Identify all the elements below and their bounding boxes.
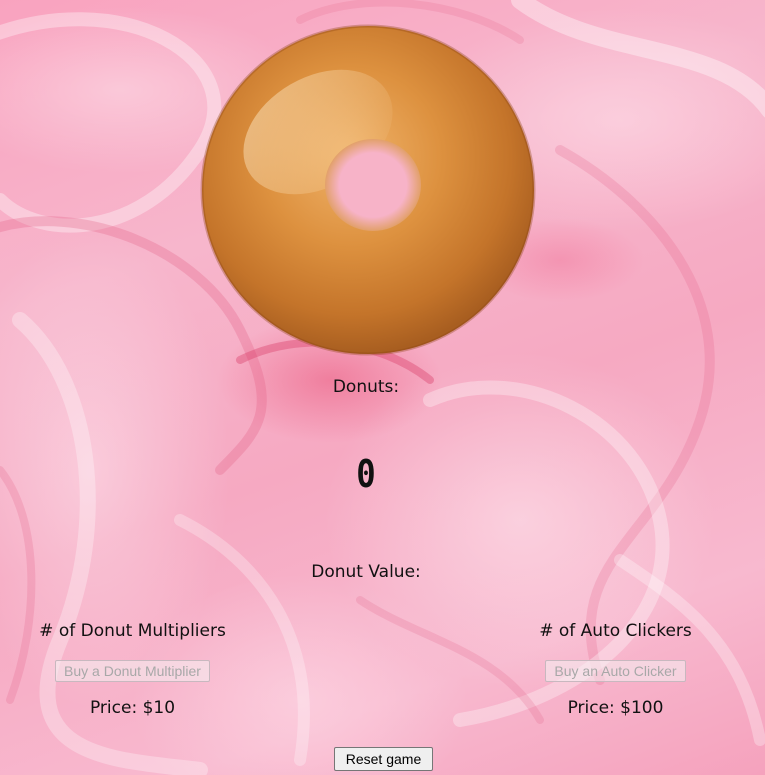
buy-auto-clicker-button[interactable]: Buy an Auto Clicker	[545, 660, 686, 682]
donut-icon	[200, 24, 536, 356]
auto-clicker-panel: # of Auto Clickers Buy an Auto Clicker P…	[503, 620, 728, 718]
donut-value-label: Donut Value:	[311, 562, 421, 582]
buy-multiplier-button[interactable]: Buy a Donut Multiplier	[55, 660, 210, 682]
multiplier-price: Price: $10	[89, 698, 176, 718]
multiplier-count-label: # of Donut Multipliers	[39, 621, 226, 641]
donuts-label: Donuts:	[332, 377, 400, 397]
multiplier-panel: # of Donut Multipliers Buy a Donut Multi…	[20, 620, 245, 718]
auto-clicker-count-label: # of Auto Clickers	[539, 621, 692, 641]
donut-clicker[interactable]	[198, 22, 538, 362]
reset-game-button[interactable]: Reset game	[334, 747, 433, 771]
donut-count: 0	[356, 452, 376, 496]
auto-clicker-price: Price: $100	[567, 698, 664, 718]
